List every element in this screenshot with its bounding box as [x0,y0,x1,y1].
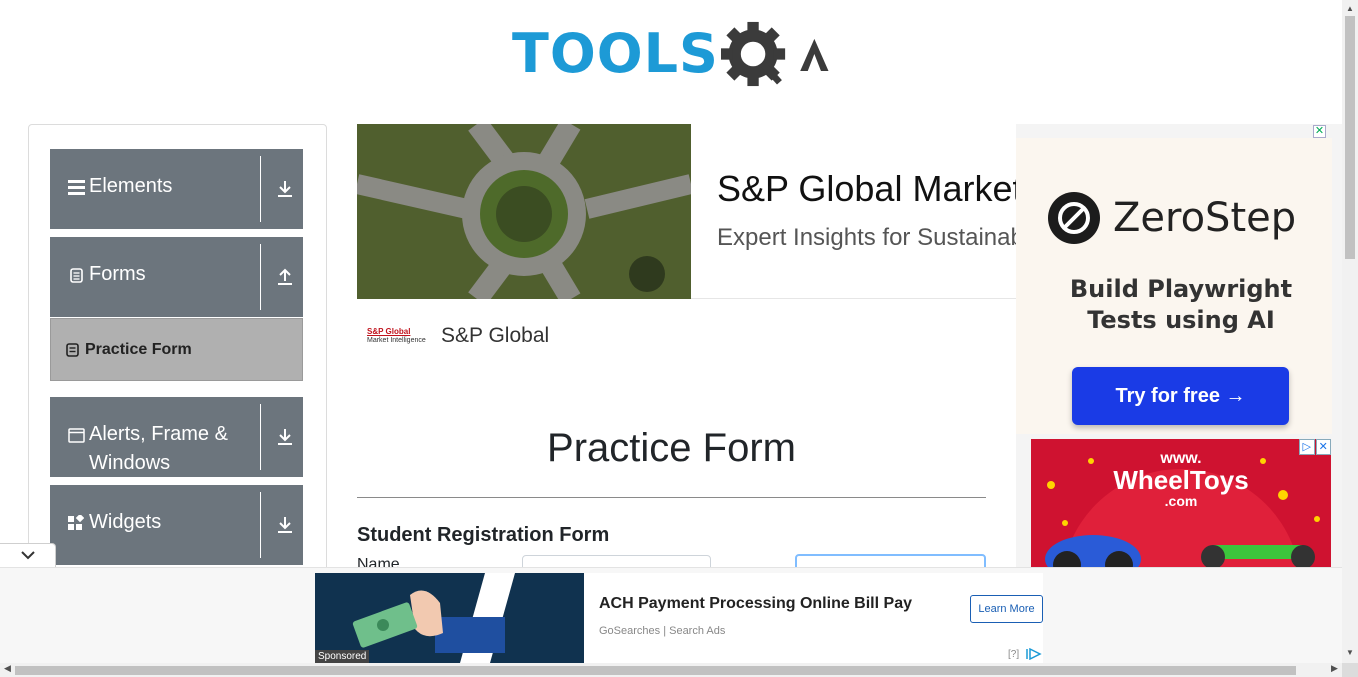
horizontal-scrollbar[interactable]: ◀ ▶ [0,663,1342,677]
sp-global-logo: S&P Global Market Intelligence [367,327,433,345]
ad-close-icon[interactable]: ✕ [1315,439,1331,455]
ad-controls: ▷ ✕ [1298,439,1331,455]
sidebar-group-alerts[interactable]: Alerts, Frame & Windows [50,397,303,477]
download-icon [278,429,292,445]
bottom-ad-source: GoSearches | Search Ads [599,625,726,637]
divider [260,492,261,558]
upload-icon [278,268,292,285]
form-icon [66,342,79,357]
zerostep-brand: ZeroStep [1113,195,1297,241]
sidebar-group-label: Elements [89,175,173,197]
collapse-toggle[interactable] [0,543,56,567]
download-icon [278,517,292,533]
learn-more-button[interactable]: Learn More [970,595,1043,623]
page: TOOLS Elements Forms Practice Form Alert… [0,0,1358,677]
widgets-icon [67,514,85,532]
logo-line2: Market Intelligence [367,337,426,344]
divider [691,298,1017,299]
left-sidebar: Elements Forms Practice Form Alerts, Fra… [28,124,327,584]
wheeltoys-ad[interactable]: www. WheelToys .com [1031,439,1331,579]
toolsqa-logo[interactable]: TOOLS [512,16,836,92]
bottom-ad-title: ACH Payment Processing Online Bill Pay [599,595,912,612]
sp-global-ad[interactable]: S&P Global Market Expert Insights for Su… [357,124,1017,364]
divider [357,497,986,498]
zerostep-logo-icon [1048,192,1100,244]
scroll-right-icon[interactable]: ▶ [1331,663,1338,674]
form-title: Student Registration Form [357,524,610,546]
adchoices-icon[interactable]: ▷ [1299,439,1315,455]
ad-brand-name: S&P Global [441,324,550,347]
scrollbar-corner [1342,663,1358,677]
zerostep-ad[interactable]: ZeroStep Build Playwright Tests using AI… [1016,138,1332,434]
scrollbar-thumb[interactable] [15,666,1296,675]
sponsored-label: Sponsored [315,650,370,663]
bottom-ad-content[interactable]: ACH Payment Processing Online Bill Pay G… [584,573,1043,663]
sidebar-item-label: Practice Form [85,340,192,358]
ad-info-link[interactable]: [?] [1008,649,1019,660]
sidebar-group-widgets[interactable]: Widgets [50,485,303,565]
sidebar-group-forms[interactable]: Forms [50,237,303,317]
ad-subheadline: Expert Insights for Sustainab [717,224,1017,251]
scroll-down-icon[interactable]: ▼ [1346,648,1354,657]
logo-gear-icon [720,21,829,87]
divider [260,156,261,222]
logo-line1: S&P Global [367,327,411,336]
divider [260,244,261,310]
bottom-ad-banner: Sponsored ACH Payment Processing Online … [0,567,1342,663]
adchoices-icon[interactable] [1026,648,1042,660]
list-icon [67,178,85,196]
download-icon [278,181,292,197]
sidebar-group-label: Forms [89,263,146,285]
document-icon [67,266,85,284]
sidebar-group-elements[interactable]: Elements [50,149,303,229]
bottom-ad-image[interactable]: Sponsored [315,573,584,663]
scroll-left-icon[interactable]: ◀ [4,663,11,674]
sidebar-group-label: Alerts, Frame & Windows [89,423,228,474]
zerostep-tagline: Build Playwright Tests using AI [1069,275,1293,334]
scroll-up-icon[interactable]: ▲ [1346,4,1354,13]
ad-close-icon[interactable]: ✕ [1313,125,1326,138]
scrollbar-thumb[interactable] [1345,16,1355,259]
wheeltoys-com: .com [1164,493,1198,509]
ad-headline: S&P Global Market [717,168,1017,209]
sidebar-group-label: Widgets [89,511,162,533]
page-title: Practice Form [547,426,796,470]
divider [260,404,261,470]
window-icon [67,426,85,444]
ad-roundabout-image [357,124,691,299]
logo-text: TOOLS [512,22,719,85]
vertical-scrollbar[interactable]: ▲ ▼ [1342,0,1358,663]
wheeltoys-name: WheelToys [1113,465,1249,495]
sidebar-item-practice-form[interactable]: Practice Form [50,318,303,381]
try-for-free-button[interactable]: Try for free → [1072,367,1289,425]
chevron-down-icon [20,551,35,560]
